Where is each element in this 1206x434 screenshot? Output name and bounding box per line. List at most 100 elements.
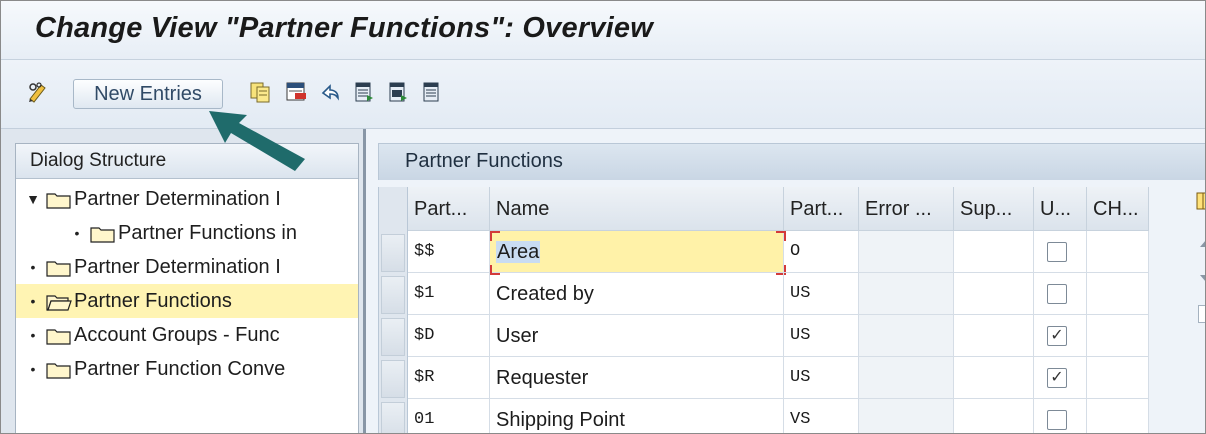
unique-checkbox[interactable] — [1047, 242, 1067, 262]
table-title-bar: Partner Functions — [378, 143, 1205, 180]
table-title: Partner Functions — [405, 150, 563, 172]
column-header-name[interactable]: Name — [490, 187, 784, 231]
column-header-partner-function[interactable]: Part... — [408, 187, 490, 231]
table-cell-name[interactable]: Requester — [490, 357, 784, 399]
tree-item-label: Partner Function Conve — [74, 358, 286, 380]
title-bar: Change View "Partner Functions": Overvie… — [1, 1, 1205, 60]
table-cell-error[interactable] — [859, 357, 954, 399]
tree-item-partner-functions-in[interactable]: • Partner Functions in — [16, 216, 358, 250]
tree-item-label: Partner Determination I — [74, 188, 281, 210]
row-selector-column — [379, 187, 408, 433]
tree-item-account-groups[interactable]: • Account Groups - Func — [16, 318, 358, 352]
table-cell-error[interactable] — [859, 273, 954, 315]
unique-checkbox[interactable] — [1047, 284, 1067, 304]
row-selector-button[interactable] — [381, 402, 405, 433]
bullet-icon: • — [30, 259, 36, 275]
delete-icon[interactable] — [285, 81, 307, 103]
table-cell-error[interactable] — [859, 231, 954, 273]
table-cell-unique: ✓ — [1034, 315, 1087, 357]
table-cell-name-active[interactable]: Area — [490, 231, 784, 273]
page-title: Change View "Partner Functions": Overvie… — [35, 12, 653, 44]
folder-icon — [46, 329, 71, 345]
table-cell-code[interactable]: $$ — [408, 231, 490, 273]
folder-icon — [46, 363, 71, 379]
display-change-icon[interactable] — [27, 81, 49, 103]
tree-item-label: Partner Functions — [74, 290, 232, 312]
bullet-icon: • — [30, 327, 36, 343]
table-cell-superior[interactable] — [954, 231, 1034, 273]
folder-icon — [46, 261, 71, 277]
table-panel: Partner Functions Part... Name Part... E… — [366, 129, 1206, 433]
unique-checkbox[interactable] — [1047, 410, 1067, 430]
undo-icon[interactable] — [319, 81, 341, 103]
dialog-structure-panel: Dialog Structure ▼ Partner Determination… — [1, 129, 366, 433]
tree-item-partner-determination-2[interactable]: • Partner Determination I — [16, 250, 358, 284]
tree-item-label: Account Groups - Func — [74, 324, 280, 346]
tree-item-partner-function-conversion[interactable]: • Partner Function Conve — [16, 352, 358, 386]
table-cell-type[interactable]: O — [784, 231, 859, 273]
tree-item-partner-functions[interactable]: • Partner Functions — [16, 284, 358, 318]
deselect-all-icon[interactable] — [421, 81, 443, 103]
dialog-structure-tree: Dialog Structure ▼ Partner Determination… — [15, 143, 359, 433]
column-header-partner-type[interactable]: Part... — [784, 187, 859, 231]
expand-toggle-icon[interactable]: ▼ — [26, 182, 40, 216]
table-cell-changeable[interactable] — [1087, 399, 1149, 433]
table-cell-superior[interactable] — [954, 273, 1034, 315]
scroll-up-icon[interactable] — [1196, 235, 1206, 253]
table-cell-unique: ✓ — [1034, 357, 1087, 399]
copy-icon[interactable] — [249, 81, 271, 103]
table-cell-name[interactable]: Created by — [490, 273, 784, 315]
table-cell-superior[interactable] — [954, 315, 1034, 357]
table-cell-code[interactable]: 01 — [408, 399, 490, 433]
table-scroll-area — [1196, 187, 1206, 433]
bullet-icon: • — [30, 293, 36, 309]
annotation-arrow-icon — [209, 111, 305, 171]
table-cell-name[interactable]: Shipping Point — [490, 399, 784, 433]
select-block-icon[interactable] — [387, 81, 409, 103]
table-cell-code[interactable]: $1 — [408, 273, 490, 315]
table-cell-superior[interactable] — [954, 357, 1034, 399]
column-header-changeable[interactable]: CH... — [1087, 187, 1149, 231]
column-header-unique[interactable]: U... — [1034, 187, 1087, 231]
table-cell-changeable[interactable] — [1087, 231, 1149, 273]
folder-icon — [46, 193, 71, 209]
select-all-icon[interactable] — [353, 81, 375, 103]
table-cell-changeable[interactable] — [1087, 273, 1149, 315]
table-cell-unique — [1034, 399, 1087, 433]
partner-functions-table: Part... Name Part... Error ... Sup... U.… — [378, 187, 1149, 433]
table-cell-superior[interactable] — [954, 399, 1034, 433]
bullet-icon: • — [30, 361, 36, 377]
scrollbar-thumb[interactable] — [1198, 305, 1205, 323]
open-folder-icon — [46, 295, 72, 311]
scroll-down-icon[interactable] — [1196, 269, 1206, 287]
unique-checkbox-checked[interactable]: ✓ — [1047, 368, 1067, 388]
row-selector-button[interactable] — [381, 276, 405, 314]
table-cell-name[interactable]: User — [490, 315, 784, 357]
sap-window: Change View "Partner Functions": Overvie… — [0, 0, 1206, 434]
table-cell-type[interactable]: US — [784, 273, 859, 315]
table-cell-error[interactable] — [859, 315, 954, 357]
row-selector-button[interactable] — [381, 234, 405, 272]
row-selector-button[interactable] — [381, 318, 405, 356]
table-cell-code[interactable]: $R — [408, 357, 490, 399]
tree-item-label: Partner Determination I — [74, 256, 281, 278]
tree-item-label: Partner Functions in — [118, 222, 297, 244]
row-selector-button[interactable] — [381, 360, 405, 398]
table-cell-unique — [1034, 231, 1087, 273]
table-cell-type[interactable]: US — [784, 357, 859, 399]
table-cell-code[interactable]: $D — [408, 315, 490, 357]
focus-corner — [490, 231, 500, 241]
table-cell-type[interactable]: US — [784, 315, 859, 357]
table-cell-unique — [1034, 273, 1087, 315]
table-cell-changeable[interactable] — [1087, 357, 1149, 399]
table-settings-icon[interactable] — [1196, 192, 1206, 210]
bullet-icon: • — [74, 225, 80, 241]
column-header-superior[interactable]: Sup... — [954, 187, 1034, 231]
table-cell-error[interactable] — [859, 399, 954, 433]
column-header-error[interactable]: Error ... — [859, 187, 954, 231]
table-cell-type[interactable]: VS — [784, 399, 859, 433]
unique-checkbox-checked[interactable]: ✓ — [1047, 326, 1067, 346]
new-entries-button[interactable]: New Entries — [73, 79, 223, 109]
tree-item-partner-determination[interactable]: ▼ Partner Determination I — [16, 182, 358, 216]
table-cell-changeable[interactable] — [1087, 315, 1149, 357]
